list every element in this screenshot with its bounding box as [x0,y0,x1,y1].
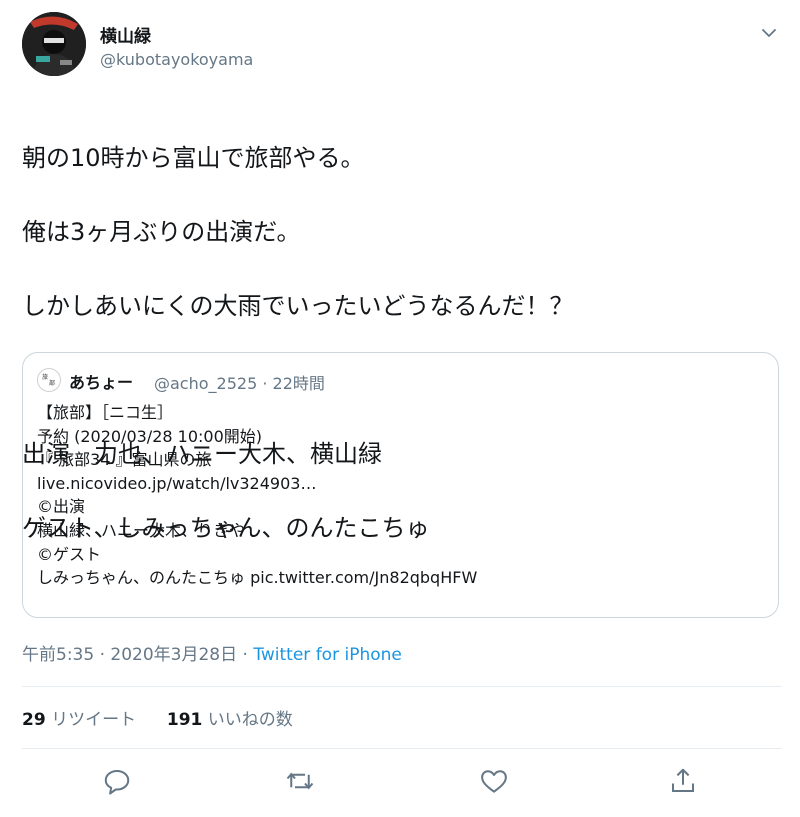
retweet-stat[interactable]: 29 リツイート [22,710,136,730]
reply-icon[interactable] [102,766,132,796]
divider [22,748,782,749]
svg-text:旅: 旅 [42,373,48,381]
quoted-link: live.nicovideo.jp/watch/lv324903… [37,473,317,493]
tweet-line: しかしあいにくの大雨でいったいどうなるんだ！？ [22,292,574,320]
quoted-line: ©出演 [37,497,86,517]
quoted-meta: @acho_2525 · 22時間 [154,374,325,393]
quoted-line: 横山緑、ハニー大木、りきや [37,520,246,540]
quoted-line: 【旅部】［ニコ生］ [37,403,174,422]
tweet-header: 横山緑 @kubotayokoyama [22,12,782,82]
quoted-line: ©ゲスト [37,544,102,564]
chevron-down-icon[interactable] [758,22,780,44]
timestamp-time[interactable]: 午前5:35 · 2020年3月28日 · [22,645,253,665]
retweet-label: リツイート [51,710,137,730]
like-stat[interactable]: 191 いいねの数 [167,710,293,730]
svg-text:部: 部 [49,379,55,387]
display-name[interactable]: 横山緑 [100,22,151,47]
tweet-line: 俺は3ヶ月ぶりの出演だ。 [22,218,301,246]
retweet-count: 29 [22,710,46,730]
quoted-tweet[interactable]: 旅 部 あちょー @acho_2525 · 22時間 【旅部】［ニコ生］ 予約 … [22,352,779,618]
tweet-line: 朝の10時から富山で旅部やる。 [22,144,365,172]
tweet-stats: 29 リツイート 191 いいねの数 [22,705,293,730]
quoted-line: 『 旅部34 』富山県の旅 [37,450,212,470]
like-label: いいねの数 [207,710,293,730]
quoted-text: 【旅部】［ニコ生］ 予約 (2020/03/28 10:00開始) 『 旅部34… [37,401,757,590]
tweet-timestamp: 午前5:35 · 2020年3月28日 · Twitter for iPhone [22,640,402,665]
user-handle[interactable]: @kubotayokoyama [100,50,253,69]
tweet-actions [0,762,800,802]
quoted-line: 予約 (2020/03/28 10:00開始) [37,426,262,446]
like-icon[interactable] [479,766,509,796]
quoted-avatar-icon: 旅 部 [37,368,61,392]
share-icon[interactable] [668,766,698,796]
divider [22,686,782,687]
user-avatar-icon[interactable] [22,12,86,76]
quoted-display-name: あちょー [69,373,134,392]
retweet-icon[interactable] [285,766,315,796]
tweet-source-link[interactable]: Twitter for iPhone [253,645,402,665]
like-count: 191 [166,710,203,730]
quoted-line: しみっちゃん、のんたこちゅ pic.twitter.com/Jn82qbqHFW [37,568,478,588]
